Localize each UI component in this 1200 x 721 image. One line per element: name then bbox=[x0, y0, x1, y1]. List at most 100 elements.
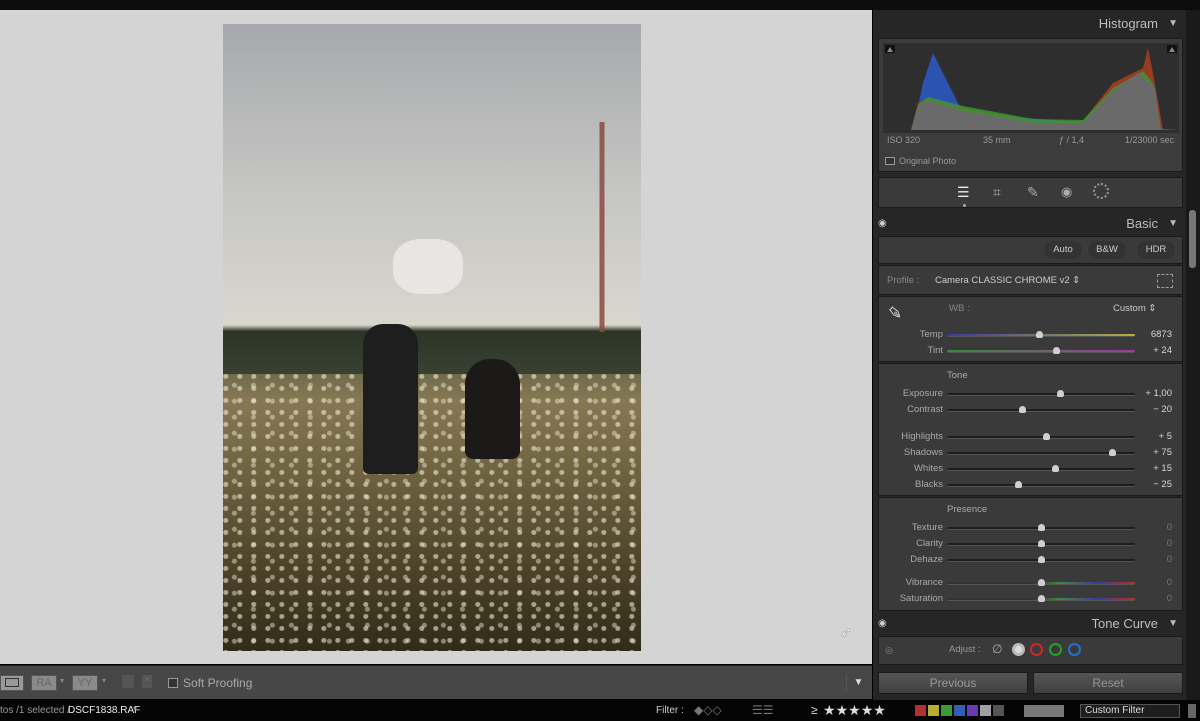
color-label-swatch[interactable] bbox=[941, 705, 952, 716]
slider-value[interactable]: 0 bbox=[1167, 538, 1172, 549]
slider-highlights[interactable]: Highlights + 5 bbox=[879, 429, 1184, 445]
green-channel-icon[interactable] bbox=[1049, 643, 1062, 656]
wb-select[interactable]: Custom ⇕ bbox=[1113, 303, 1156, 314]
slider-thumb[interactable] bbox=[1056, 390, 1064, 397]
slider-value[interactable]: + 75 bbox=[1153, 447, 1172, 458]
loupe-view-button[interactable] bbox=[0, 675, 24, 691]
slider-thumb[interactable] bbox=[1019, 406, 1027, 413]
slider-dehaze[interactable]: Dehaze 0 bbox=[879, 552, 1184, 568]
panel-scrollbar[interactable] bbox=[1186, 10, 1200, 700]
slider-vibrance[interactable]: Vibrance 0 bbox=[879, 575, 1184, 591]
target-icon[interactable]: ◎ bbox=[885, 645, 893, 656]
chevron-down-icon[interactable]: ▾ bbox=[60, 676, 64, 685]
slider-value[interactable]: + 15 bbox=[1153, 463, 1172, 474]
slider-track[interactable] bbox=[947, 406, 1135, 413]
original-photo-toggle[interactable]: Original Photo bbox=[885, 156, 956, 166]
before-after-tb-button[interactable]: YY bbox=[72, 675, 98, 691]
color-label-swatch[interactable] bbox=[954, 705, 965, 716]
auto-button[interactable]: Auto bbox=[1044, 241, 1082, 259]
star-icon[interactable]: ★ bbox=[848, 702, 861, 718]
soft-proofing-toggle[interactable]: Soft Proofing bbox=[168, 676, 252, 690]
scrollbar-thumb[interactable] bbox=[1189, 210, 1196, 268]
previous-button[interactable]: Previous bbox=[878, 672, 1028, 694]
slider-track[interactable] bbox=[947, 449, 1135, 456]
histogram-header[interactable]: Histogram ▼ bbox=[873, 13, 1186, 35]
soft-proofing-checkbox[interactable] bbox=[168, 678, 178, 688]
toolbar-menu-button[interactable]: ▼ bbox=[846, 674, 870, 692]
slider-track[interactable] bbox=[947, 481, 1135, 488]
slider-track[interactable] bbox=[947, 390, 1135, 397]
rating-operator[interactable]: ≥ bbox=[811, 703, 818, 717]
slider-value[interactable]: + 5 bbox=[1159, 431, 1172, 442]
slider-thumb[interactable] bbox=[1014, 481, 1022, 488]
slider-value[interactable]: 0 bbox=[1167, 522, 1172, 533]
slider-value[interactable]: 0 bbox=[1167, 577, 1172, 588]
basic-header[interactable]: ◉ Basic ▼ bbox=[873, 213, 1186, 235]
slider-blacks[interactable]: Blacks − 25 bbox=[879, 477, 1184, 493]
color-label-swatch[interactable] bbox=[915, 705, 926, 716]
slider-thumb[interactable] bbox=[1038, 540, 1045, 547]
color-label-swatch[interactable] bbox=[967, 705, 978, 716]
slider-saturation[interactable]: Saturation 0 bbox=[879, 591, 1184, 607]
red-channel-icon[interactable] bbox=[1030, 643, 1043, 656]
slider-whites[interactable]: Whites + 15 bbox=[879, 461, 1184, 477]
slider-clarity[interactable]: Clarity 0 bbox=[879, 536, 1184, 552]
edit-filter-icons[interactable]: ☰☰ bbox=[752, 703, 774, 717]
eye-icon[interactable]: ◉ bbox=[878, 613, 887, 635]
slider-thumb[interactable] bbox=[1038, 524, 1045, 531]
color-label-filter[interactable] bbox=[915, 705, 1006, 716]
original-photo-checkbox[interactable] bbox=[885, 157, 895, 165]
slider-temp[interactable]: Temp 6873 bbox=[879, 327, 1184, 343]
slider-value[interactable]: + 1,00 bbox=[1145, 388, 1172, 399]
hdr-button[interactable]: HDR bbox=[1137, 241, 1175, 259]
collapse-triangle-icon[interactable]: ▼ bbox=[1168, 613, 1178, 635]
image-canvas[interactable]: ➶ bbox=[0, 10, 872, 664]
before-after-lr-button[interactable]: RA bbox=[31, 675, 57, 691]
slider-contrast[interactable]: Contrast − 20 bbox=[879, 402, 1184, 418]
slider-track[interactable] bbox=[947, 347, 1135, 354]
chevron-down-icon[interactable]: ▾ bbox=[102, 676, 106, 685]
collapse-triangle-icon[interactable]: ▼ bbox=[1168, 13, 1178, 35]
star-icon[interactable]: ★ bbox=[823, 702, 836, 718]
rating-filter[interactable]: ★★★★★ bbox=[823, 702, 886, 719]
slider-value[interactable]: 0 bbox=[1167, 593, 1172, 604]
slider-thumb[interactable] bbox=[1036, 331, 1044, 338]
histogram-graph[interactable] bbox=[883, 43, 1179, 133]
slider-thumb[interactable] bbox=[1038, 595, 1045, 602]
edit-icon[interactable]: ☰ bbox=[957, 184, 970, 201]
slider-track[interactable] bbox=[947, 595, 1135, 602]
star-icon[interactable]: ★ bbox=[836, 702, 849, 718]
slider-track[interactable] bbox=[947, 579, 1135, 586]
slider-thumb[interactable] bbox=[1038, 579, 1045, 586]
color-label-swatch[interactable] bbox=[980, 705, 991, 716]
tone-curve-header[interactable]: ◉ Tone Curve ▼ bbox=[873, 613, 1186, 635]
slider-track[interactable] bbox=[947, 465, 1135, 472]
blue-channel-icon[interactable] bbox=[1068, 643, 1081, 656]
slider-value[interactable]: 0 bbox=[1167, 554, 1172, 565]
chevron-down-icon[interactable]: ▾ bbox=[133, 704, 137, 713]
star-icon[interactable]: ★ bbox=[861, 702, 874, 718]
slider-value[interactable]: − 25 bbox=[1153, 479, 1172, 490]
crop-icon[interactable]: ⌗ bbox=[993, 184, 1001, 201]
collapse-triangle-icon[interactable]: ▼ bbox=[1168, 213, 1178, 235]
star-icon[interactable]: ★ bbox=[873, 702, 886, 718]
slider-thumb[interactable] bbox=[1052, 465, 1060, 472]
color-label-swatch[interactable] bbox=[928, 705, 939, 716]
eye-icon[interactable]: ◉ bbox=[878, 213, 887, 235]
filename[interactable]: DSCF1838.RAF bbox=[68, 705, 140, 716]
profile-select[interactable]: Camera CLASSIC CHROME v2 ⇕ bbox=[935, 275, 1080, 286]
filter-lock-icon[interactable] bbox=[1188, 704, 1196, 718]
bw-button[interactable]: B&W bbox=[1088, 241, 1126, 259]
reset-button[interactable]: Reset bbox=[1033, 672, 1183, 694]
flag-filter-icons[interactable]: ◆◇◇ bbox=[694, 703, 722, 717]
color-label-swatch[interactable] bbox=[993, 705, 1004, 716]
slider-exposure[interactable]: Exposure + 1,00 bbox=[879, 386, 1184, 402]
slider-track[interactable] bbox=[947, 540, 1135, 547]
view-mode-icons[interactable] bbox=[1024, 705, 1064, 717]
slider-track[interactable] bbox=[947, 433, 1135, 440]
slider-value[interactable]: 6873 bbox=[1151, 329, 1172, 340]
slider-track[interactable] bbox=[947, 524, 1135, 531]
slider-value[interactable]: − 20 bbox=[1153, 404, 1172, 415]
slider-thumb[interactable] bbox=[1108, 449, 1116, 456]
mask-icon[interactable] bbox=[1093, 183, 1109, 199]
